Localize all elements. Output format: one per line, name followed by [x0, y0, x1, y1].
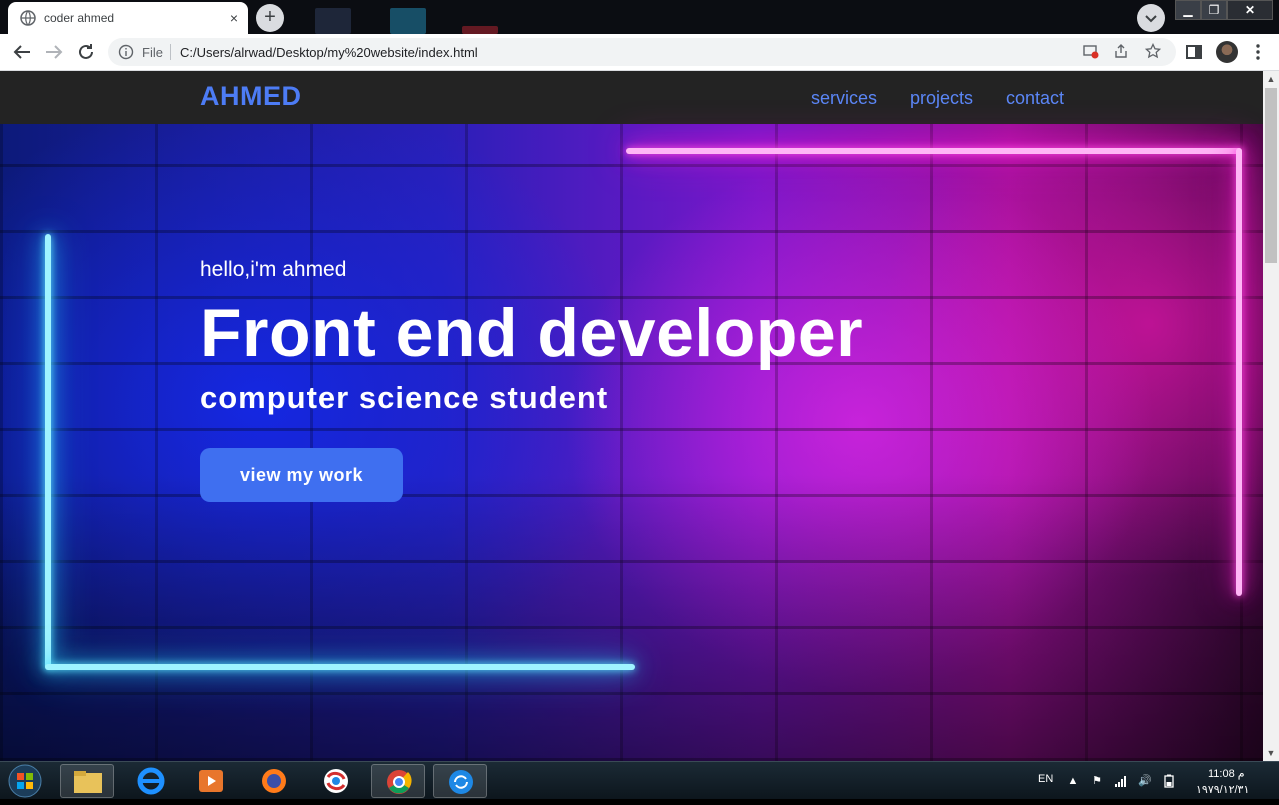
hero-greeting: hello,i'm ahmed — [200, 258, 347, 281]
volume-icon[interactable]: 🔊 — [1138, 774, 1152, 788]
menu-kebab-icon[interactable] — [1246, 40, 1270, 64]
nav-link-contact[interactable]: contact — [1006, 88, 1064, 109]
hero-headline: Front end developer — [200, 295, 864, 371]
taskbar-firefox[interactable] — [247, 764, 301, 798]
chevron-down-icon — [1145, 15, 1157, 23]
neon-blue-horizontal-line — [45, 664, 635, 670]
site-navbar: AHMED services projects contact — [0, 71, 1263, 124]
taskbar-media-player[interactable] — [184, 764, 238, 798]
reload-icon[interactable] — [74, 40, 98, 64]
hero-subheadline: computer science student — [200, 380, 609, 415]
scroll-down-arrow-icon[interactable]: ▼ — [1263, 745, 1279, 761]
scheme-label: File — [142, 45, 163, 60]
clock-date[interactable]: ١٩٧٩/١٢/٣١ — [1196, 783, 1249, 796]
close-window-button[interactable]: ✕ — [1227, 0, 1273, 20]
site-brand[interactable]: AHMED — [200, 81, 302, 112]
windows-start-button[interactable] — [4, 762, 46, 800]
page-scrollbar[interactable]: ▲ ▼ — [1263, 71, 1279, 761]
action-center-flag-icon[interactable]: ⚑ — [1090, 774, 1104, 788]
tab-search-button[interactable] — [1137, 4, 1165, 32]
sync-app-icon — [449, 770, 473, 794]
battery-icon[interactable] — [1162, 774, 1176, 788]
browser-app-icon — [324, 769, 348, 793]
new-tab-button[interactable]: + — [256, 4, 284, 32]
nav-link-projects[interactable]: projects — [910, 88, 973, 109]
language-indicator[interactable]: EN — [1038, 773, 1053, 785]
tab-title: coder ahmed — [44, 11, 115, 25]
tab-close-icon[interactable]: × — [230, 9, 238, 27]
show-hidden-icons-icon[interactable]: ▲ — [1066, 774, 1080, 788]
nav-link-services[interactable]: services — [811, 88, 877, 109]
ghost-window-icon — [462, 26, 498, 34]
maximize-button[interactable]: ❐ — [1201, 0, 1227, 20]
minimize-button[interactable]: ▁ — [1175, 0, 1201, 20]
taskbar-explorer[interactable] — [60, 764, 114, 798]
browser-tabstrip: coder ahmed × + ▁ ❐ ✕ — [0, 0, 1279, 34]
scroll-up-arrow-icon[interactable]: ▲ — [1263, 71, 1279, 87]
back-icon[interactable] — [10, 40, 34, 64]
forward-icon[interactable] — [42, 40, 66, 64]
chrome-icon — [387, 770, 412, 794]
neon-pink-vertical-line — [1236, 148, 1242, 596]
share-icon[interactable] — [1112, 43, 1130, 61]
internet-explorer-icon — [137, 767, 165, 795]
windows-taskbar: EN ▲ ⚑ 🔊 11:08 م ١٩٧٩/١٢/٣١ — [0, 761, 1279, 799]
cast-blocked-icon[interactable] — [1082, 43, 1100, 61]
neon-pink-horizontal-line — [626, 148, 1242, 154]
web-page: AHMED services projects contact hello,i'… — [0, 71, 1263, 761]
bookmark-star-icon[interactable] — [1144, 42, 1162, 61]
clock-time[interactable]: 11:08 م — [1208, 767, 1245, 780]
url-text[interactable]: C:/Users/alrwad/Desktop/my%20website/ind… — [180, 45, 478, 60]
network-signal-icon[interactable] — [1114, 774, 1128, 788]
firefox-icon — [262, 769, 286, 793]
hero-section: hello,i'm ahmed Front end developer comp… — [0, 124, 1263, 761]
ghost-window-icon — [315, 8, 351, 34]
browser-toolbar: File C:/Users/alrwad/Desktop/my%20websit… — [0, 34, 1279, 71]
browser-tab[interactable]: coder ahmed × — [8, 2, 248, 34]
address-bar[interactable]: File C:/Users/alrwad/Desktop/my%20websit… — [108, 38, 1176, 66]
profile-avatar[interactable] — [1216, 41, 1238, 63]
windows-logo-icon — [8, 764, 42, 798]
omnibox-divider — [170, 44, 171, 60]
scrollbar-thumb[interactable] — [1265, 88, 1277, 263]
folder-icon — [74, 771, 102, 793]
neon-blue-vertical-line — [45, 234, 51, 669]
taskbar-browser-app[interactable] — [309, 764, 363, 798]
media-player-icon — [199, 770, 223, 792]
taskbar-sync-app[interactable] — [433, 764, 487, 798]
view-my-work-button[interactable]: view my work — [200, 448, 403, 502]
globe-icon — [20, 10, 36, 26]
side-panel-icon[interactable] — [1182, 40, 1206, 64]
taskbar-chrome[interactable] — [371, 764, 425, 798]
info-icon[interactable] — [118, 44, 134, 60]
ghost-window-icon — [390, 8, 426, 34]
taskbar-internet-explorer[interactable] — [124, 764, 178, 798]
